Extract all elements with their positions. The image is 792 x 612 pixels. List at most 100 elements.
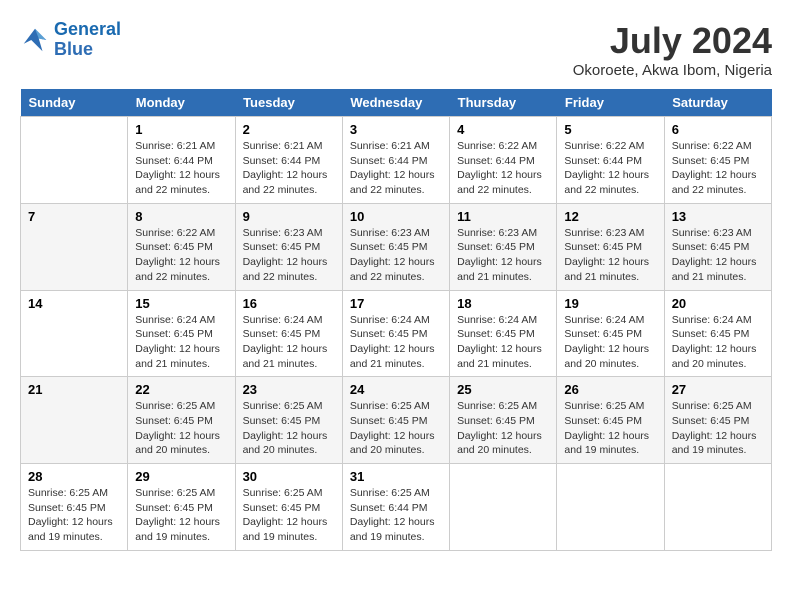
day-number: 2 [243, 122, 335, 137]
calendar-cell [450, 464, 557, 551]
calendar-cell: 7 [21, 203, 128, 290]
calendar-cell [557, 464, 664, 551]
day-info: Sunrise: 6:25 AM Sunset: 6:45 PM Dayligh… [135, 399, 227, 458]
calendar-week-row: 1 Sunrise: 6:21 AM Sunset: 6:44 PM Daylig… [21, 117, 772, 204]
month-year: July 2024 [573, 20, 772, 62]
day-number: 4 [457, 122, 549, 137]
location: Okoroete, Akwa Ibom, Nigeria [573, 62, 772, 79]
calendar-cell [21, 117, 128, 204]
day-info: Sunrise: 6:22 AM Sunset: 6:45 PM Dayligh… [135, 226, 227, 285]
day-number: 3 [350, 122, 442, 137]
calendar-cell: 3Sunrise: 6:21 AM Sunset: 6:44 PM Daylig… [342, 117, 449, 204]
day-number: 20 [672, 296, 764, 311]
calendar-cell: 18 Sunrise: 6:24 AM Sunset: 6:45 PM Dayli… [450, 290, 557, 377]
day-info: Sunrise: 6:23 AM Sunset: 6:45 PM Dayligh… [672, 226, 764, 285]
calendar-cell: 2 Sunrise: 6:21 AM Sunset: 6:44 PM Daylig… [235, 117, 342, 204]
calendar-cell: 27Sunrise: 6:25 AM Sunset: 6:45 PM Dayli… [664, 377, 771, 464]
calendar-week-row: 7 8Sunrise: 6:22 AM Sunset: 6:45 PM Dayli… [21, 203, 772, 290]
day-info: Sunrise: 6:25 AM Sunset: 6:45 PM Dayligh… [564, 399, 656, 458]
day-number: 6 [672, 122, 764, 137]
day-info: Sunrise: 6:25 AM Sunset: 6:45 PM Dayligh… [457, 399, 549, 458]
day-number: 28 [28, 469, 120, 484]
day-number: 10 [350, 209, 442, 224]
day-number: 12 [564, 209, 656, 224]
day-number: 1 [135, 122, 227, 137]
weekday-header-tuesday: Tuesday [235, 89, 342, 117]
weekday-header-sunday: Sunday [21, 89, 128, 117]
day-info: Sunrise: 6:24 AM Sunset: 6:45 PM Dayligh… [564, 313, 656, 372]
day-info: Sunrise: 6:25 AM Sunset: 6:45 PM Dayligh… [135, 486, 227, 545]
day-info: Sunrise: 6:22 AM Sunset: 6:45 PM Dayligh… [672, 139, 764, 198]
logo-icon [20, 25, 50, 55]
calendar-cell: 16 Sunrise: 6:24 AM Sunset: 6:45 PM Dayli… [235, 290, 342, 377]
calendar-cell: 26 Sunrise: 6:25 AM Sunset: 6:45 PM Dayli… [557, 377, 664, 464]
calendar-cell: 30Sunrise: 6:25 AM Sunset: 6:45 PM Dayli… [235, 464, 342, 551]
day-number: 7 [28, 209, 120, 224]
day-number: 27 [672, 382, 764, 397]
day-info: Sunrise: 6:21 AM Sunset: 6:44 PM Dayligh… [243, 139, 335, 198]
calendar-cell: 5Sunrise: 6:22 AM Sunset: 6:44 PM Daylig… [557, 117, 664, 204]
calendar-cell: 21 [21, 377, 128, 464]
logo-text: GeneralBlue [54, 20, 121, 60]
calendar-cell: 19Sunrise: 6:24 AM Sunset: 6:45 PM Dayli… [557, 290, 664, 377]
calendar-cell: 17 Sunrise: 6:24 AM Sunset: 6:45 PM Dayli… [342, 290, 449, 377]
calendar-week-row: 21 22 Sunrise: 6:25 AM Sunset: 6:45 PM Day… [21, 377, 772, 464]
day-info: Sunrise: 6:24 AM Sunset: 6:45 PM Dayligh… [457, 313, 549, 372]
calendar-cell: 14 [21, 290, 128, 377]
day-number: 14 [28, 296, 120, 311]
day-info: Sunrise: 6:25 AM Sunset: 6:45 PM Dayligh… [350, 399, 442, 458]
calendar-cell: 20 Sunrise: 6:24 AM Sunset: 6:45 PM Dayli… [664, 290, 771, 377]
calendar-cell: 31Sunrise: 6:25 AM Sunset: 6:44 PM Dayli… [342, 464, 449, 551]
day-info: Sunrise: 6:24 AM Sunset: 6:45 PM Dayligh… [672, 313, 764, 372]
day-number: 29 [135, 469, 227, 484]
day-number: 16 [243, 296, 335, 311]
day-info: Sunrise: 6:23 AM Sunset: 6:45 PM Dayligh… [457, 226, 549, 285]
day-number: 11 [457, 209, 549, 224]
page-header: GeneralBlue July 2024 Okoroete, Akwa Ibo… [20, 20, 772, 79]
day-number: 9 [243, 209, 335, 224]
day-number: 17 [350, 296, 442, 311]
day-info: Sunrise: 6:25 AM Sunset: 6:45 PM Dayligh… [28, 486, 120, 545]
calendar-table: SundayMondayTuesdayWednesdayThursdayFrid… [20, 89, 772, 551]
day-number: 21 [28, 382, 120, 397]
calendar-cell: 8Sunrise: 6:22 AM Sunset: 6:45 PM Daylig… [128, 203, 235, 290]
weekday-header-friday: Friday [557, 89, 664, 117]
calendar-cell: 15 Sunrise: 6:24 AM Sunset: 6:45 PM Dayli… [128, 290, 235, 377]
day-info: Sunrise: 6:24 AM Sunset: 6:45 PM Dayligh… [135, 313, 227, 372]
calendar-cell: 13 Sunrise: 6:23 AM Sunset: 6:45 PM Dayli… [664, 203, 771, 290]
day-info: Sunrise: 6:22 AM Sunset: 6:44 PM Dayligh… [457, 139, 549, 198]
calendar-cell: 1Sunrise: 6:21 AM Sunset: 6:44 PM Daylig… [128, 117, 235, 204]
day-info: Sunrise: 6:25 AM Sunset: 6:45 PM Dayligh… [243, 399, 335, 458]
day-number: 31 [350, 469, 442, 484]
calendar-cell: 4 Sunrise: 6:22 AM Sunset: 6:44 PM Daylig… [450, 117, 557, 204]
title-block: July 2024 Okoroete, Akwa Ibom, Nigeria [573, 20, 772, 79]
day-info: Sunrise: 6:24 AM Sunset: 6:45 PM Dayligh… [243, 313, 335, 372]
day-info: Sunrise: 6:22 AM Sunset: 6:44 PM Dayligh… [564, 139, 656, 198]
day-number: 22 [135, 382, 227, 397]
day-number: 18 [457, 296, 549, 311]
weekday-header-row: SundayMondayTuesdayWednesdayThursdayFrid… [21, 89, 772, 117]
weekday-header-monday: Monday [128, 89, 235, 117]
calendar-cell [664, 464, 771, 551]
day-number: 13 [672, 209, 764, 224]
weekday-header-saturday: Saturday [664, 89, 771, 117]
day-info: Sunrise: 6:23 AM Sunset: 6:45 PM Dayligh… [564, 226, 656, 285]
calendar-cell: 25 Sunrise: 6:25 AM Sunset: 6:45 PM Dayli… [450, 377, 557, 464]
day-info: Sunrise: 6:25 AM Sunset: 6:45 PM Dayligh… [243, 486, 335, 545]
day-info: Sunrise: 6:23 AM Sunset: 6:45 PM Dayligh… [243, 226, 335, 285]
calendar-cell: 28 Sunrise: 6:25 AM Sunset: 6:45 PM Dayli… [21, 464, 128, 551]
day-info: Sunrise: 6:24 AM Sunset: 6:45 PM Dayligh… [350, 313, 442, 372]
calendar-cell: 9 Sunrise: 6:23 AM Sunset: 6:45 PM Daylig… [235, 203, 342, 290]
weekday-header-thursday: Thursday [450, 89, 557, 117]
calendar-cell: 29 Sunrise: 6:25 AM Sunset: 6:45 PM Dayli… [128, 464, 235, 551]
calendar-cell: 24 Sunrise: 6:25 AM Sunset: 6:45 PM Dayli… [342, 377, 449, 464]
day-info: Sunrise: 6:23 AM Sunset: 6:45 PM Dayligh… [350, 226, 442, 285]
day-number: 26 [564, 382, 656, 397]
weekday-header-wednesday: Wednesday [342, 89, 449, 117]
calendar-cell: 10 Sunrise: 6:23 AM Sunset: 6:45 PM Dayli… [342, 203, 449, 290]
day-number: 24 [350, 382, 442, 397]
day-number: 15 [135, 296, 227, 311]
calendar-week-row: 28 Sunrise: 6:25 AM Sunset: 6:45 PM Dayli… [21, 464, 772, 551]
day-number: 25 [457, 382, 549, 397]
logo: GeneralBlue [20, 20, 121, 60]
